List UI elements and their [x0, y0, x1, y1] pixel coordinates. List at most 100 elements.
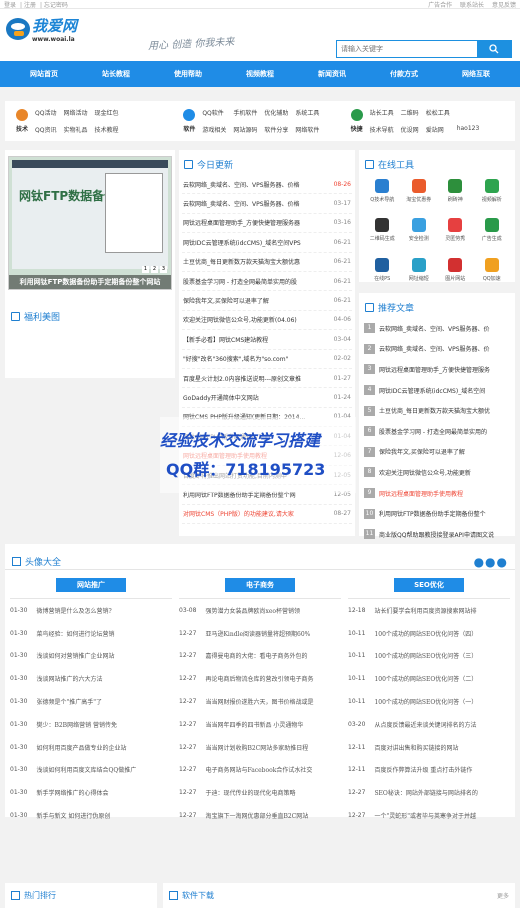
- slider-page[interactable]: 3: [160, 266, 167, 273]
- nav-home[interactable]: 网站首页: [8, 61, 80, 87]
- article-title[interactable]: 亚马逊Kindle阅读器销量将超预期60%: [205, 629, 310, 638]
- news-item[interactable]: 土豆优商_每日更新数万款天猫淘宝大额优惠 06-21: [182, 253, 352, 272]
- avatar-heading[interactable]: 头像大全: [12, 555, 61, 568]
- recommend-item[interactable]: 8 欢迎关注网钛微信公众号,功能更新: [359, 462, 515, 483]
- article-title[interactable]: 100个成功的网站SEO优化问答（一）: [374, 697, 477, 706]
- cat-link[interactable]: 系统工具: [295, 108, 319, 117]
- tool-item[interactable]: 视频解析: [475, 179, 510, 212]
- article-item[interactable]: 10-11 100个成功的网站SEO优化问答（四）: [348, 622, 510, 645]
- article-title[interactable]: 强势潜力女装品牌欧尚xeo杯营销领: [205, 606, 300, 615]
- tool-item[interactable]: QQ加速: [475, 257, 510, 291]
- article-item[interactable]: 12-27 当当网财报价遂胜六天，图书价格战或是: [179, 690, 341, 713]
- article-item[interactable]: 01-30 如何利用百度产品做专业的企业站: [10, 736, 172, 759]
- news-item[interactable]: GoDaddy开通简体中文网站 01-24: [182, 388, 352, 408]
- recommend-title[interactable]: 云软网络_卖域名、空间、VPS服务器、价: [379, 344, 490, 353]
- news-title[interactable]: 百度星火计划2.0内容推送说明---原创文章推: [183, 374, 327, 383]
- article-title[interactable]: 电子商务网站与Facebook合作试水社交: [205, 765, 312, 774]
- article-item[interactable]: 12-18 站长们要学会利用百度资源搜索网站排: [348, 599, 510, 622]
- cat-link[interactable]: 技术导航: [370, 125, 394, 134]
- news-title[interactable]: GoDaddy开通简体中文网站: [183, 393, 327, 402]
- recommend-title[interactable]: 云软网络_卖域名、空间、VPS服务器、价: [379, 324, 490, 333]
- article-item[interactable]: 03-08 强势潜力女装品牌欧尚xeo杯营销领: [179, 599, 341, 622]
- news-item[interactable]: 股票基金学习网 - 打造全网最简单实用的股 06-21: [182, 272, 352, 292]
- nav-tutorial[interactable]: 站长教程: [80, 61, 152, 87]
- recommend-item[interactable]: 6 股票基金学习网 - 打造全网最简单实用的: [359, 421, 515, 442]
- nav-news[interactable]: 新闻资讯: [296, 61, 368, 87]
- article-item[interactable]: 12-11 百度反作弊算法升级 重点打击外链作: [348, 759, 510, 782]
- tool-item[interactable]: 淘宝优惠券: [402, 179, 437, 212]
- article-item[interactable]: 12-27 再论电商后物流仓库的营改引领电子商务: [179, 667, 341, 690]
- recommend-title[interactable]: 利用网钛FTP数据备份助手定期备份整个: [379, 509, 486, 518]
- search-button[interactable]: [477, 41, 511, 57]
- article-title[interactable]: 浅谈如何对营销推广企业网站: [36, 651, 114, 660]
- login-link[interactable]: 登录: [4, 2, 16, 9]
- beauty-heading[interactable]: 福利美图: [5, 304, 175, 329]
- news-title[interactable]: 云软网络_卖域名、空间、VPS服务器、价格: [183, 199, 327, 208]
- cat-link[interactable]: 松松工具: [426, 108, 450, 117]
- news-title[interactable]: 对网钛CMS（PHP版）的功能建议,请大家: [183, 509, 327, 518]
- recommend-item[interactable]: 2 云软网络_卖域名、空间、VPS服务器、价: [359, 339, 515, 360]
- nav-help[interactable]: 使用帮助: [152, 61, 224, 87]
- article-item[interactable]: 12-27 电子商务网站与Facebook合作试水社交: [179, 759, 341, 782]
- slider-page[interactable]: 1: [142, 266, 149, 273]
- contact-link[interactable]: 联系站长: [460, 2, 484, 9]
- article-title[interactable]: 嘉得曼电商的大佬：看电子商务外包的: [205, 651, 307, 660]
- image-slider[interactable]: 网钛FTP数据备份助手 1 2 3 利用网钛FTP数据备份助手定期备份整个网站: [8, 156, 172, 290]
- article-title[interactable]: 100个成功的网站SEO优化问答（三）: [374, 651, 477, 660]
- cat-link[interactable]: QQ软件: [202, 108, 226, 117]
- news-item[interactable]: 网钛远程桌面管理助手_方便快捷管理服务器 03-16: [182, 214, 352, 234]
- recommend-title[interactable]: 欢迎关注网钛微信公众号,功能更新: [379, 468, 471, 477]
- cat-link[interactable]: 网络活动: [63, 108, 87, 117]
- news-item[interactable]: 云软网络_卖域名、空间、VPS服务器、价格 03-17: [182, 194, 352, 214]
- cat-link[interactable]: 二维码: [401, 108, 419, 117]
- article-item[interactable]: 01-30 张德频是个"推广高手"了: [10, 690, 172, 713]
- search-input[interactable]: [337, 41, 477, 57]
- article-item[interactable]: 12-27 SEO秘诀：网站外部链接与网站排名的: [348, 781, 510, 804]
- more-link[interactable]: 更多: [497, 891, 509, 900]
- recommend-title[interactable]: 商业版QQ帮助跟教授接登录API申请图文说: [379, 530, 494, 539]
- article-item[interactable]: 12-27 当当网年四季的四书新品 小灵通物华: [179, 713, 341, 736]
- article-item[interactable]: 01-30 新手学网络推广的心得体会: [10, 781, 172, 804]
- cat-link[interactable]: hao123: [457, 125, 480, 134]
- article-title[interactable]: 淘宝旗下一淘网优惠部分垂直B2C网站: [205, 811, 308, 820]
- cat-link[interactable]: 网站源码: [233, 125, 257, 134]
- article-title[interactable]: 樊少：B2B网络营销 营销传免: [36, 720, 117, 729]
- recommend-title[interactable]: 网钛IDC云管理系统(idcCMS)_域名空间: [379, 386, 485, 395]
- slider-caption[interactable]: 利用网钛FTP数据备份助手定期备份整个网站: [9, 275, 171, 289]
- forgot-password-link[interactable]: 忘记密码: [44, 2, 68, 9]
- recommend-heading[interactable]: 推荐文章: [359, 293, 515, 318]
- news-item[interactable]: "好搜"改名"360搜索",域名为"so.com" 02-02: [182, 350, 352, 369]
- column-tab[interactable]: 网站推广: [56, 578, 126, 592]
- news-title[interactable]: 云软网络_卖域名、空间、VPS服务器、价格: [183, 180, 327, 189]
- article-item[interactable]: 12-27 于迪：现代传业的现代化电商策略: [179, 781, 341, 804]
- article-title[interactable]: 一个"灵蛇形"或者毕与英寒争对于并越: [374, 811, 476, 820]
- tool-item[interactable]: 广告生成: [475, 218, 510, 251]
- cat-link[interactable]: QQ资讯: [35, 125, 56, 134]
- recommend-item[interactable]: 10 利用网钛FTP数据备份助手定期备份整个: [359, 503, 515, 524]
- article-item[interactable]: 01-30 樊少：B2B网络营销 营销传免: [10, 713, 172, 736]
- article-title[interactable]: 百度反作弊算法升级 重点打击外链作: [374, 765, 472, 774]
- tools-heading[interactable]: 在线工具: [359, 150, 515, 177]
- cat-link[interactable]: 优设网: [401, 125, 419, 134]
- article-title[interactable]: SEO秘诀：网站外部链接与网站排名的: [374, 788, 477, 797]
- slider-page[interactable]: 2: [151, 266, 158, 273]
- cat-link[interactable]: 实物礼品: [63, 125, 87, 134]
- article-item[interactable]: 01-30 新手与新文 如何进行伪原创: [10, 804, 172, 827]
- tool-item[interactable]: 在线PS: [365, 257, 400, 291]
- cat-link[interactable]: 网络软件: [295, 125, 319, 134]
- article-item[interactable]: 12-11 百度对讲出售和购买链接的网站: [348, 736, 510, 759]
- download-heading[interactable]: 软件下载 更多: [163, 883, 515, 908]
- ad-link[interactable]: 广告合作: [428, 2, 452, 9]
- article-item[interactable]: 10-11 100个成功的网站SEO优化问答（一）: [348, 690, 510, 713]
- article-item[interactable]: 10-11 100个成功的网站SEO优化问答（三）: [348, 645, 510, 668]
- column-tab[interactable]: SEO优化: [394, 578, 464, 592]
- cat-link[interactable]: 站长工具: [370, 108, 394, 117]
- article-item[interactable]: 12-27 淘宝旗下一淘网优惠部分垂直B2C网站: [179, 804, 341, 827]
- article-title[interactable]: 当当网计划收购B2C网站多家助推日程: [205, 743, 308, 752]
- news-item[interactable]: 百度星火计划2.0内容推送说明---原创文章推 01-27: [182, 369, 352, 389]
- tool-item[interactable]: 刷砖神: [438, 179, 473, 212]
- article-title[interactable]: 当当网年四季的四书新品 小灵通物华: [205, 720, 303, 729]
- recommend-title[interactable]: 网钛远程桌面管理助手使用教程: [379, 489, 463, 498]
- recommend-title[interactable]: 网钛远程桌面管理助手_方便快捷管理服务: [379, 365, 490, 374]
- article-title[interactable]: 100个成功的网站SEO优化问答（二）: [374, 674, 477, 683]
